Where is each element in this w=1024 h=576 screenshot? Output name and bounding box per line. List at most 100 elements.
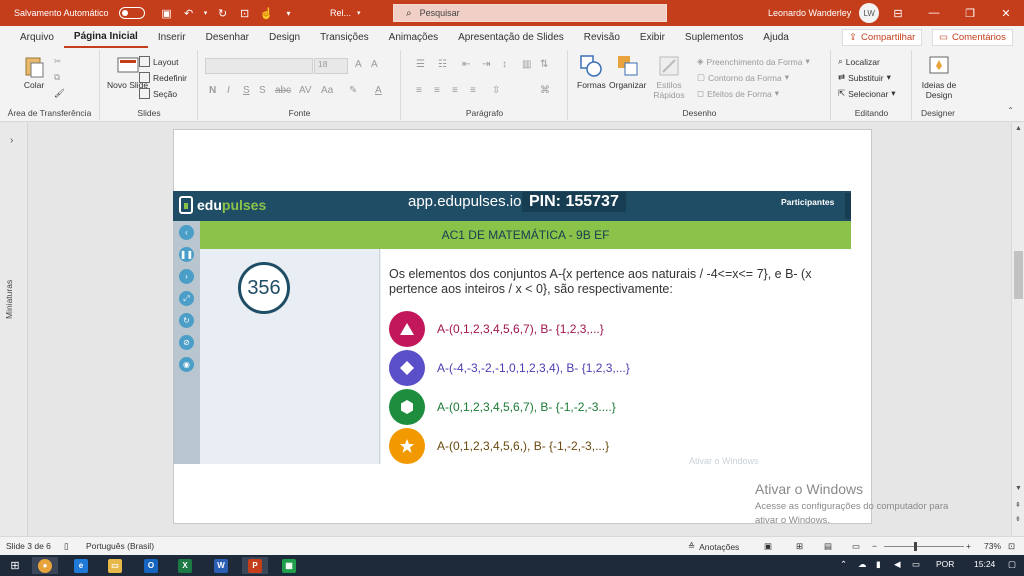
tab-suplementos[interactable]: Suplementos — [675, 26, 753, 48]
previous-slide-icon[interactable]: ⇞ — [1015, 501, 1021, 509]
tab-revisao[interactable]: Revisão — [574, 26, 630, 48]
zoom-level[interactable]: 73% — [984, 541, 1001, 551]
powerpoint-icon[interactable]: P — [242, 557, 268, 574]
tab-arquivo[interactable]: Arquivo — [10, 26, 64, 48]
vertical-scrollbar[interactable]: ▲ ▼ ⇞ ⇟ — [1011, 123, 1024, 536]
clock[interactable]: 15:24 — [974, 559, 995, 569]
redo-icon[interactable]: ↻ — [215, 5, 231, 21]
tray-overflow-icon[interactable]: ⌃ — [840, 559, 847, 570]
numbering-icon[interactable]: ☷ — [438, 59, 447, 70]
notifications-icon[interactable]: ▢ — [1008, 559, 1016, 570]
grow-font-icon[interactable]: A — [355, 59, 362, 70]
tab-transicoes[interactable]: Transições — [310, 26, 379, 48]
expand-pane-icon[interactable]: › — [10, 135, 13, 146]
close-icon[interactable]: ✕ — [988, 0, 1024, 26]
document-name[interactable]: Rel... ▾ — [330, 0, 361, 26]
columns-icon[interactable]: ▥ — [522, 59, 531, 70]
avatar[interactable]: LW — [859, 3, 880, 23]
language-status[interactable]: Português (Brasil) — [86, 541, 154, 551]
quick-styles-button[interactable]: Estilos Rápidos — [649, 54, 689, 100]
font-color-icon[interactable]: A — [375, 85, 382, 96]
start-icon[interactable]: ⊞ — [2, 557, 28, 574]
comments-button[interactable]: ▭ Comentários — [932, 29, 1013, 46]
arrange-button[interactable]: Organizar — [609, 54, 646, 90]
tab-exibir[interactable]: Exibir — [630, 26, 675, 48]
replace-button[interactable]: ⇄ Substituir ▾ — [838, 72, 891, 83]
shapes-button[interactable]: Formas — [577, 54, 606, 90]
user-name[interactable]: Leonardo Wanderley — [768, 8, 851, 18]
smartart-icon[interactable]: ⌘ — [540, 85, 550, 96]
change-case-icon[interactable]: Aa — [321, 85, 333, 96]
font-size-combo[interactable]: 18 — [314, 58, 348, 74]
thumbnails-pane[interactable]: › Miniaturas — [0, 123, 28, 536]
save-icon[interactable]: ▣ — [159, 5, 175, 21]
tab-desenhar[interactable]: Desenhar — [196, 26, 259, 48]
design-ideas-button[interactable]: Ideias de Design — [917, 54, 961, 100]
reading-view-icon[interactable]: ▤ — [824, 541, 832, 552]
reset-button[interactable]: Redefinir — [139, 72, 187, 83]
spellcheck-icon[interactable]: ▯ — [64, 541, 69, 552]
align-text-icon[interactable]: ⇳ — [492, 85, 500, 96]
notes-button[interactable]: ≙ Anotações — [688, 541, 739, 552]
align-center-icon[interactable]: ≡ — [434, 85, 440, 96]
next-slide-icon[interactable]: ⇟ — [1015, 515, 1021, 523]
tab-design[interactable]: Design — [259, 26, 310, 48]
tab-ajuda[interactable]: Ajuda — [753, 26, 799, 48]
zoom-slider[interactable] — [884, 546, 964, 547]
strikethrough-icon[interactable]: abc — [275, 85, 291, 96]
shape-outline-button[interactable]: ▢ Contorno da Forma ▾ — [697, 72, 789, 83]
highlight-icon[interactable]: ✎ — [349, 85, 357, 96]
chrome-icon[interactable]: ● — [32, 557, 58, 574]
align-right-icon[interactable]: ≡ — [452, 85, 458, 96]
start-from-beginning-icon[interactable]: ⊡ — [237, 5, 253, 21]
onedrive-icon[interactable]: ☁ — [858, 559, 867, 570]
shrink-font-icon[interactable]: A — [371, 59, 378, 70]
customize-toolbar-icon[interactable]: ▾ — [281, 5, 297, 21]
spacing-icon[interactable]: AV — [299, 85, 312, 96]
sheets-icon[interactable]: ▦ — [276, 557, 302, 574]
paste-button[interactable]: Colar — [22, 54, 46, 90]
shadow-icon[interactable]: S — [259, 85, 266, 96]
bold-icon[interactable]: N — [209, 85, 216, 96]
increase-indent-icon[interactable]: ⇥ — [482, 59, 490, 70]
undo-dropdown-icon[interactable]: ▾ — [203, 5, 209, 21]
italic-icon[interactable]: I — [227, 85, 230, 96]
file-explorer-icon[interactable]: ▭ — [102, 557, 128, 574]
zoom-in-icon[interactable]: + — [966, 541, 971, 551]
copy-icon[interactable]: ⧉ — [54, 72, 60, 83]
slideshow-icon[interactable]: ▭ — [852, 541, 860, 552]
zoom-slider-thumb[interactable] — [914, 542, 917, 551]
search-box[interactable]: ⌕ Pesquisar — [393, 4, 667, 22]
tab-pagina-inicial[interactable]: Página Inicial — [63, 26, 148, 48]
fit-to-window-icon[interactable]: ⊡ — [1008, 541, 1015, 552]
shape-fill-button[interactable]: ◈ Preenchimento da Forma ▾ — [697, 56, 810, 67]
restore-icon[interactable]: ❐ — [952, 0, 988, 26]
decrease-indent-icon[interactable]: ⇤ — [462, 59, 470, 70]
slide-sorter-icon[interactable]: ⊞ — [796, 541, 803, 552]
scroll-up-icon[interactable]: ▲ — [1015, 125, 1022, 132]
tab-apresentacao[interactable]: Apresentação de Slides — [448, 26, 574, 48]
select-button[interactable]: ⇱ Selecionar ▾ — [838, 88, 896, 99]
ribbon-display-options-icon[interactable]: ⊟ — [880, 0, 916, 26]
share-button[interactable]: ⇪ Compartilhar — [842, 29, 923, 46]
format-painter-icon[interactable]: 🖌 — [54, 88, 65, 99]
zoom-out-icon[interactable]: − — [872, 541, 877, 551]
edge-icon[interactable]: e — [68, 557, 94, 574]
cut-icon[interactable]: ✂ — [54, 56, 61, 67]
excel-icon[interactable]: X — [172, 557, 198, 574]
underline-icon[interactable]: S — [243, 85, 250, 96]
touch-mode-icon[interactable]: ☝ — [259, 5, 275, 21]
scroll-down-icon[interactable]: ▼ — [1015, 485, 1022, 492]
tab-inserir[interactable]: Inserir — [148, 26, 196, 48]
section-button[interactable]: Seção — [139, 88, 177, 99]
line-spacing-icon[interactable]: ↕ — [502, 59, 507, 70]
align-left-icon[interactable]: ≡ — [416, 85, 422, 96]
word-icon[interactable]: W — [208, 557, 234, 574]
network-icon[interactable]: ▮ — [876, 559, 881, 570]
display-icon[interactable]: ▭ — [912, 559, 920, 570]
volume-icon[interactable]: ◀ — [894, 559, 901, 570]
tab-animacoes[interactable]: Animações — [379, 26, 448, 48]
normal-view-icon[interactable]: ▣ — [764, 541, 772, 552]
minimize-icon[interactable]: — — [916, 0, 952, 26]
collapse-ribbon-icon[interactable]: ⌃ — [1007, 106, 1014, 115]
